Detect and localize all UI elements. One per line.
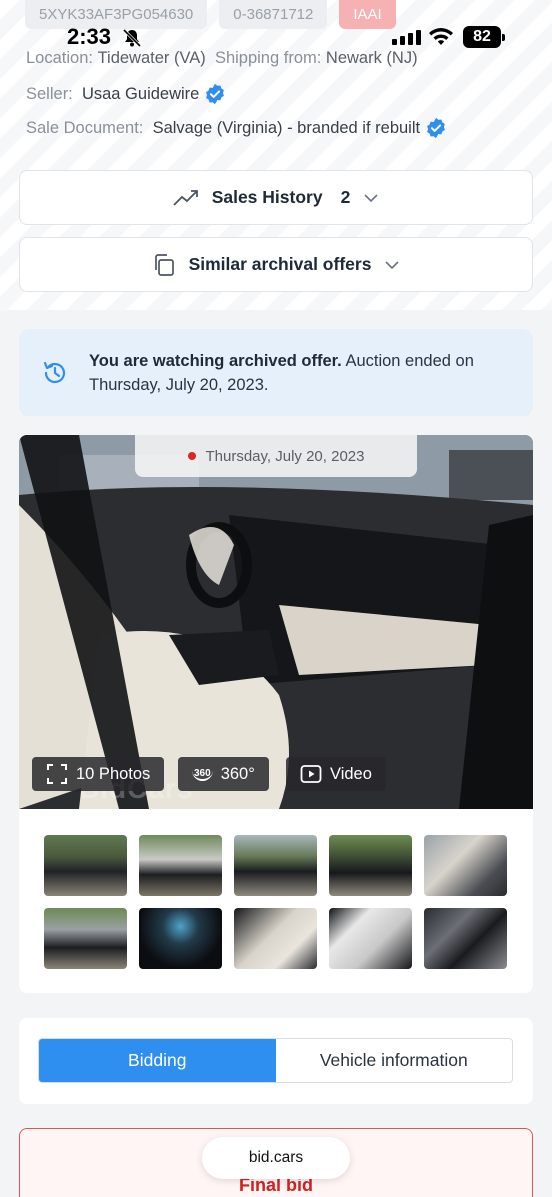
photo-date-chip: Thursday, July 20, 2023 bbox=[135, 435, 417, 477]
tab-vehicle-information[interactable]: Vehicle information bbox=[275, 1039, 512, 1082]
battery-indicator: 82 bbox=[463, 26, 505, 48]
location-row: Location: Tidewater (VA) Shipping from: … bbox=[26, 49, 418, 68]
chevron-down-icon bbox=[364, 193, 378, 202]
status-bar: 2:33 82 bbox=[0, 24, 552, 52]
thumbnail-5[interactable] bbox=[424, 835, 507, 896]
similar-offers-accordion[interactable]: Similar archival offers bbox=[19, 237, 533, 292]
sales-history-count: 2 bbox=[340, 187, 351, 207]
thumbnail-7[interactable] bbox=[139, 908, 222, 969]
thumbnail-10[interactable] bbox=[424, 908, 507, 969]
verified-badge-icon bbox=[206, 83, 225, 105]
signal-icon bbox=[392, 30, 421, 45]
sale-document-row: Sale Document: Salvage (Virginia) - bran… bbox=[26, 117, 447, 139]
seller-row: Seller: Usaa Guidewire bbox=[26, 83, 226, 105]
notice-bold-text: You are watching archived offer. bbox=[89, 352, 342, 370]
location-label: Location: bbox=[26, 49, 93, 67]
sale-document-label: Sale Document: bbox=[26, 118, 144, 137]
thumbnail-grid bbox=[44, 835, 514, 969]
thumbnail-8[interactable] bbox=[234, 908, 317, 969]
thumbnail-9[interactable] bbox=[329, 908, 412, 969]
sale-document-value: Salvage (Virginia) - branded if rebuilt bbox=[152, 118, 421, 137]
history-icon bbox=[43, 361, 66, 384]
view-360-button[interactable]: 360 360° bbox=[178, 757, 269, 791]
photos-button[interactable]: 10 Photos bbox=[32, 757, 165, 791]
verified-badge-icon bbox=[427, 117, 445, 139]
sales-history-label: Sales History bbox=[211, 187, 323, 207]
photo-date: Thursday, July 20, 2023 bbox=[205, 447, 365, 465]
main-vehicle-photo[interactable]: Thursday, July 20, 2023 BidCars 10 Photo… bbox=[19, 435, 533, 809]
view-360-label: 360° bbox=[220, 764, 255, 783]
tab-bidding[interactable]: Bidding bbox=[39, 1039, 276, 1082]
rotate-360-icon: 360 bbox=[192, 767, 213, 781]
trend-up-icon bbox=[173, 189, 198, 206]
chevron-down-icon bbox=[385, 260, 400, 269]
thumbnail-6[interactable] bbox=[44, 908, 127, 969]
sales-history-accordion[interactable]: Sales History 2 bbox=[19, 170, 533, 225]
status-time: 2:33 bbox=[67, 24, 112, 49]
seller-label: Seller: bbox=[26, 84, 73, 103]
thumbnail-2[interactable] bbox=[139, 835, 222, 896]
vehicle-details-header: 5XYK33AF3PG054630 0-36871712 IAAI 2:33 8… bbox=[0, 0, 552, 310]
play-icon bbox=[300, 765, 322, 783]
video-button[interactable]: Video bbox=[286, 757, 386, 791]
thumbnail-3[interactable] bbox=[234, 835, 317, 896]
bidding-tabs-card: Bidding Vehicle information bbox=[19, 1018, 533, 1104]
shipping-value: Newark (NJ) bbox=[325, 49, 418, 67]
video-label: Video bbox=[330, 764, 372, 783]
thumbnail-4[interactable] bbox=[329, 835, 412, 896]
copy-icon bbox=[154, 253, 174, 276]
fullscreen-icon bbox=[47, 764, 67, 784]
thumbnail-1[interactable] bbox=[44, 835, 127, 896]
archived-offer-notice: You are watching archived offer. Auction… bbox=[19, 329, 533, 416]
red-dot-icon bbox=[187, 452, 196, 460]
photo-gallery: Thursday, July 20, 2023 BidCars 10 Photo… bbox=[19, 435, 533, 993]
wifi-icon bbox=[428, 27, 454, 52]
seller-value: Usaa Guidewire bbox=[81, 84, 200, 103]
browser-url-pill[interactable]: bid.cars bbox=[202, 1137, 350, 1179]
shipping-label: Shipping from: bbox=[214, 49, 322, 67]
photos-count-label: 10 Photos bbox=[76, 764, 151, 783]
notice-text: You are watching archived offer. Auction… bbox=[89, 349, 509, 397]
location-value: Tidewater (VA) bbox=[97, 49, 206, 67]
car-interior-image bbox=[19, 435, 533, 809]
tab-bar: Bidding Vehicle information bbox=[38, 1038, 513, 1083]
similar-offers-label: Similar archival offers bbox=[188, 254, 372, 274]
